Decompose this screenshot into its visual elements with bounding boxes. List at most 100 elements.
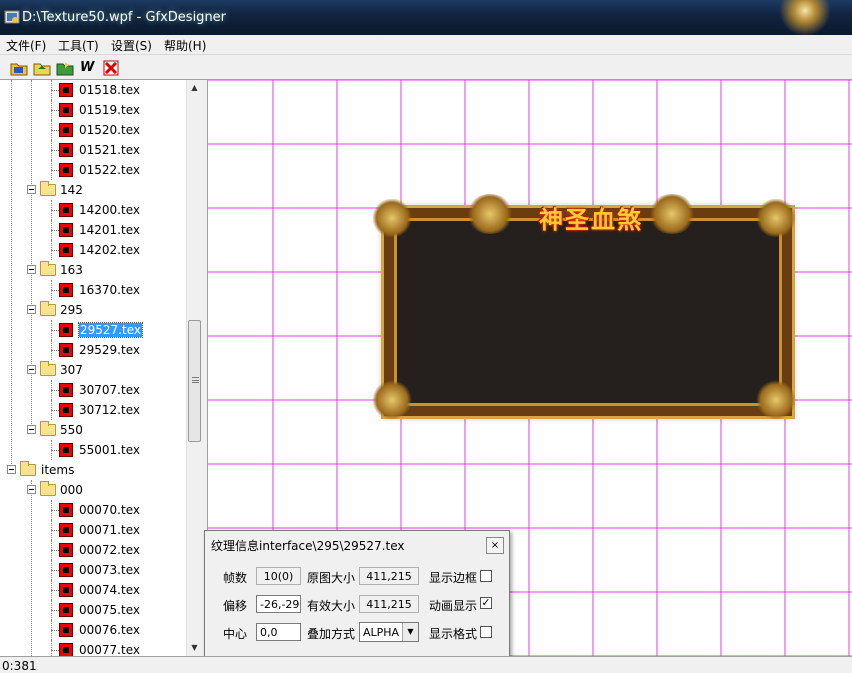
texture-file-icon — [59, 343, 73, 357]
texture-file-icon — [59, 283, 73, 297]
tree-item-file[interactable]: 55001.tex — [0, 440, 186, 460]
tree-guide-line — [51, 540, 52, 560]
open-folder-icon[interactable] — [10, 59, 28, 77]
folder-export-icon[interactable] — [56, 59, 74, 77]
center-field[interactable]: 0,0 — [256, 623, 301, 641]
tree-item-file[interactable]: 30707.tex — [0, 380, 186, 400]
menu-help[interactable]: 帮助(H) — [162, 37, 208, 54]
collapse-icon[interactable] — [27, 185, 36, 194]
collapse-icon[interactable] — [27, 485, 36, 494]
tree-item-folder[interactable]: 000 — [0, 480, 186, 500]
tree-item-label: 00075.tex — [79, 603, 140, 617]
tree-item-label: 00073.tex — [79, 563, 140, 577]
tree-item-file[interactable]: 14202.tex — [0, 240, 186, 260]
texture-file-icon — [59, 623, 73, 637]
tree-item-file[interactable]: 14201.tex — [0, 220, 186, 240]
tree-item-file[interactable]: 29527.tex — [0, 320, 186, 340]
tree-item-file[interactable]: 00070.tex — [0, 500, 186, 520]
tree-connector — [51, 590, 59, 591]
offset-label: 偏移 — [223, 599, 248, 613]
collapse-icon[interactable] — [7, 465, 16, 474]
tree-item-file[interactable]: 30712.tex — [0, 400, 186, 420]
tree-scrollbar[interactable]: ▲ ▼ — [186, 80, 202, 656]
collapse-icon[interactable] — [27, 425, 36, 434]
tree-connector — [51, 550, 59, 551]
scroll-thumb[interactable] — [188, 320, 201, 442]
frames-label: 帧数 — [223, 571, 248, 585]
texture-file-icon — [59, 383, 73, 397]
texture-file-icon — [59, 83, 73, 97]
menu-file[interactable]: 文件(F) — [4, 37, 48, 54]
tree-connector — [51, 410, 59, 411]
tree-connector — [51, 330, 59, 331]
tree-item-file[interactable]: 01518.tex — [0, 80, 186, 100]
tree-item-folder[interactable]: 295 — [0, 300, 186, 320]
menu-settings[interactable]: 设置(S) — [109, 37, 154, 54]
tree-guide-line — [51, 200, 52, 220]
tree-item-file[interactable]: 00076.tex — [0, 620, 186, 640]
folder-load-icon[interactable] — [33, 59, 51, 77]
tree-connector — [51, 170, 59, 171]
show-grid-label: 显示格式 — [429, 627, 478, 641]
chevron-down-icon[interactable]: ▼ — [402, 623, 418, 641]
folder-icon — [40, 361, 56, 376]
tree-connector — [51, 650, 59, 651]
tree-item-file[interactable]: 00077.tex — [0, 640, 186, 656]
tree-item-file[interactable]: 01522.tex — [0, 160, 186, 180]
tree-item-label: 163 — [60, 263, 83, 277]
show-grid-checkbox[interactable] — [480, 626, 492, 638]
delete-icon[interactable] — [102, 59, 120, 77]
tree-item-folder[interactable]: 307 — [0, 360, 186, 380]
center-label: 中心 — [223, 627, 248, 641]
dialog-title: 纹理信息interface\295\29527.tex — [211, 539, 405, 553]
tree-guide-line — [51, 520, 52, 540]
texture-info-dialog: 纹理信息interface\295\29527.tex × 帧数 10(0) 原… — [204, 530, 510, 659]
menu-tools[interactable]: 工具(T) — [56, 37, 101, 54]
close-icon[interactable]: × — [486, 537, 504, 554]
offset-field[interactable]: -26,-29 — [256, 595, 301, 613]
collapse-icon[interactable] — [27, 365, 36, 374]
tree-connector — [51, 230, 59, 231]
tree-item-folder[interactable]: 163 — [0, 260, 186, 280]
texture-file-icon — [59, 323, 73, 337]
scroll-down-icon[interactable]: ▼ — [187, 640, 202, 656]
corner-ornament-bottom-left — [372, 380, 412, 420]
show-border-checkbox[interactable] — [480, 570, 492, 582]
tree-item-file[interactable]: 16370.tex — [0, 280, 186, 300]
tree-item-file[interactable]: 00075.tex — [0, 600, 186, 620]
window-title: D:\Texture50.wpf - GfxDesigner — [22, 10, 227, 25]
tree-item-file[interactable]: 01520.tex — [0, 120, 186, 140]
tree-item-file[interactable]: 00074.tex — [0, 580, 186, 600]
collapse-icon[interactable] — [27, 265, 36, 274]
texture-file-icon — [59, 143, 73, 157]
tree-connector — [51, 530, 59, 531]
blend-select[interactable]: ALPHA ▼ — [359, 622, 419, 642]
tree-item-file[interactable]: 01519.tex — [0, 100, 186, 120]
tree-item-label: 14201.tex — [79, 223, 140, 237]
tree-item-label: 14202.tex — [79, 243, 140, 257]
texture-file-icon — [59, 243, 73, 257]
tree-guide-line — [51, 160, 52, 180]
tree-item-file[interactable]: 00072.tex — [0, 540, 186, 560]
blend-label: 叠加方式 — [307, 627, 356, 641]
tree-guide-line — [51, 440, 52, 460]
tree-item-label: 00076.tex — [79, 623, 140, 637]
tree-item-folder[interactable]: 142 — [0, 180, 186, 200]
tree-item-folder[interactable]: items — [0, 460, 186, 480]
collapse-icon[interactable] — [27, 305, 36, 314]
tree-guide-line — [51, 600, 52, 620]
tree-item-file[interactable]: 01521.tex — [0, 140, 186, 160]
tree-guide-line — [51, 100, 52, 120]
scroll-up-icon[interactable]: ▲ — [187, 80, 202, 96]
texture-file-icon — [59, 543, 73, 557]
tree-item-file[interactable]: 00073.tex — [0, 560, 186, 580]
tree-item-label: 01522.tex — [79, 163, 140, 177]
animate-checkbox[interactable]: ✓ — [480, 597, 492, 609]
w-tool-icon[interactable]: W — [80, 59, 98, 77]
tree-item-folder[interactable]: 550 — [0, 420, 186, 440]
tree-guide-line — [51, 220, 52, 240]
file-tree[interactable]: 01518.tex 01519.tex 01520.tex 01521.tex 0152… — [0, 80, 202, 656]
tree-item-file[interactable]: 00071.tex — [0, 520, 186, 540]
tree-item-file[interactable]: 14200.tex — [0, 200, 186, 220]
tree-item-file[interactable]: 29529.tex — [0, 340, 186, 360]
